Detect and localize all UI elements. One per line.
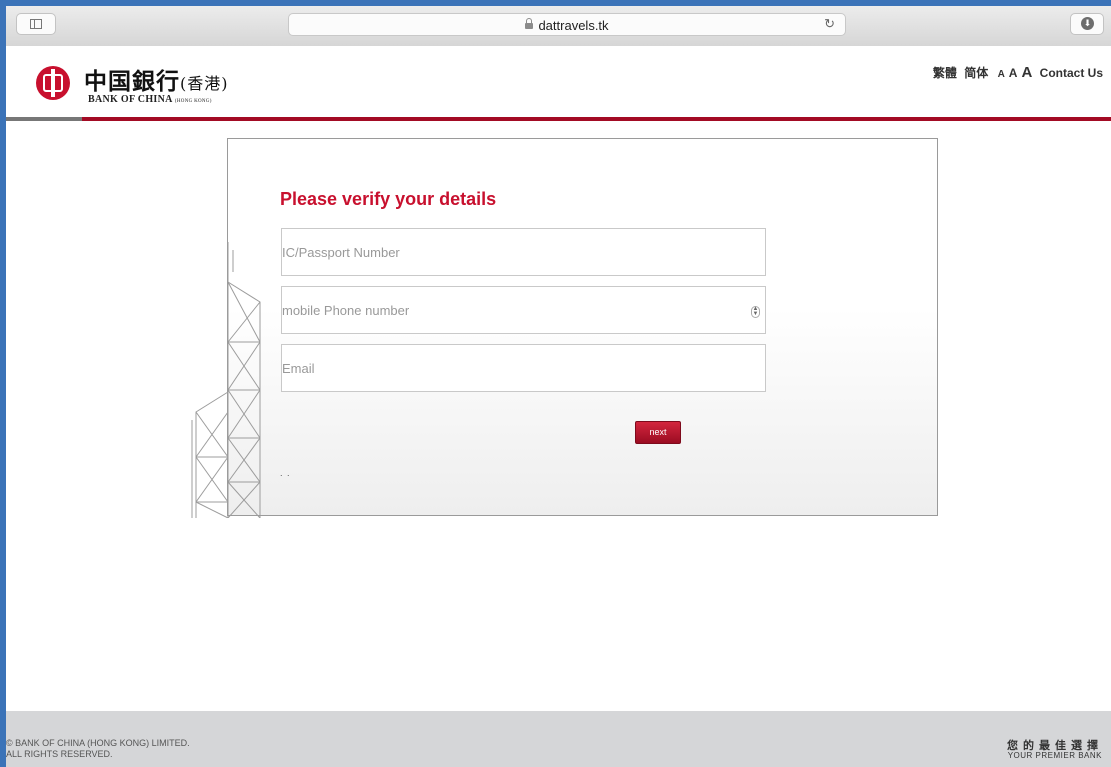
site-header: 中国銀行(香港) BANK OF CHINA (HONG KONG) 繁體 简体… [6,46,1111,118]
contact-us-link[interactable]: Contact Us [1040,66,1103,80]
sidebar-icon [30,19,42,29]
mobile-phone-input[interactable] [281,286,766,334]
email-input[interactable] [281,344,766,392]
lang-traditional-link[interactable]: 繁體 [933,66,957,80]
slogan-english: YOUR PREMIER BANK [1007,751,1102,760]
bank-tower-illustration [191,242,261,518]
logo-chinese-name: 中国銀行(香港) [84,68,229,95]
reload-icon[interactable]: ↻ [824,16,835,32]
header-divider-red [82,117,1111,121]
lang-simplified-link[interactable]: 简体 [964,66,988,80]
font-size-large-link[interactable]: A [1021,64,1032,81]
copyright-text: © BANK OF CHINA (HONG KONG) LIMITED. ALL… [6,738,190,759]
number-spinner-icon[interactable]: ▲ ▼ [751,306,760,318]
logo-english-name: BANK OF CHINA (HONG KONG) [88,94,212,105]
passport-number-input[interactable] [281,228,766,276]
downloads-button[interactable]: ⬇ [1070,13,1104,35]
browser-window: dattravels.tk ↻ ⬇ 中国銀行(香港) BANK OF CHINA… [6,6,1111,767]
next-button[interactable]: next [635,421,681,444]
download-icon: ⬇ [1081,17,1094,30]
lock-icon [525,18,534,29]
address-bar[interactable]: dattravels.tk ↻ [288,13,846,36]
bank-logo-icon[interactable] [36,66,70,100]
form-title: Please verify your details [280,189,497,209]
form-dots: . . [280,468,291,478]
url-text: dattravels.tk [538,18,609,33]
header-divider-gray [6,117,82,121]
font-size-small-link[interactable]: A [998,69,1005,80]
font-size-medium-link[interactable]: A [1009,66,1018,80]
site-footer: © BANK OF CHINA (HONG KONG) LIMITED. ALL… [6,711,1111,767]
sidebar-toggle-button[interactable] [16,13,56,35]
browser-toolbar: dattravels.tk ↻ ⬇ [6,6,1111,47]
header-links: 繁體 简体 AAA Contact Us [929,64,1103,81]
